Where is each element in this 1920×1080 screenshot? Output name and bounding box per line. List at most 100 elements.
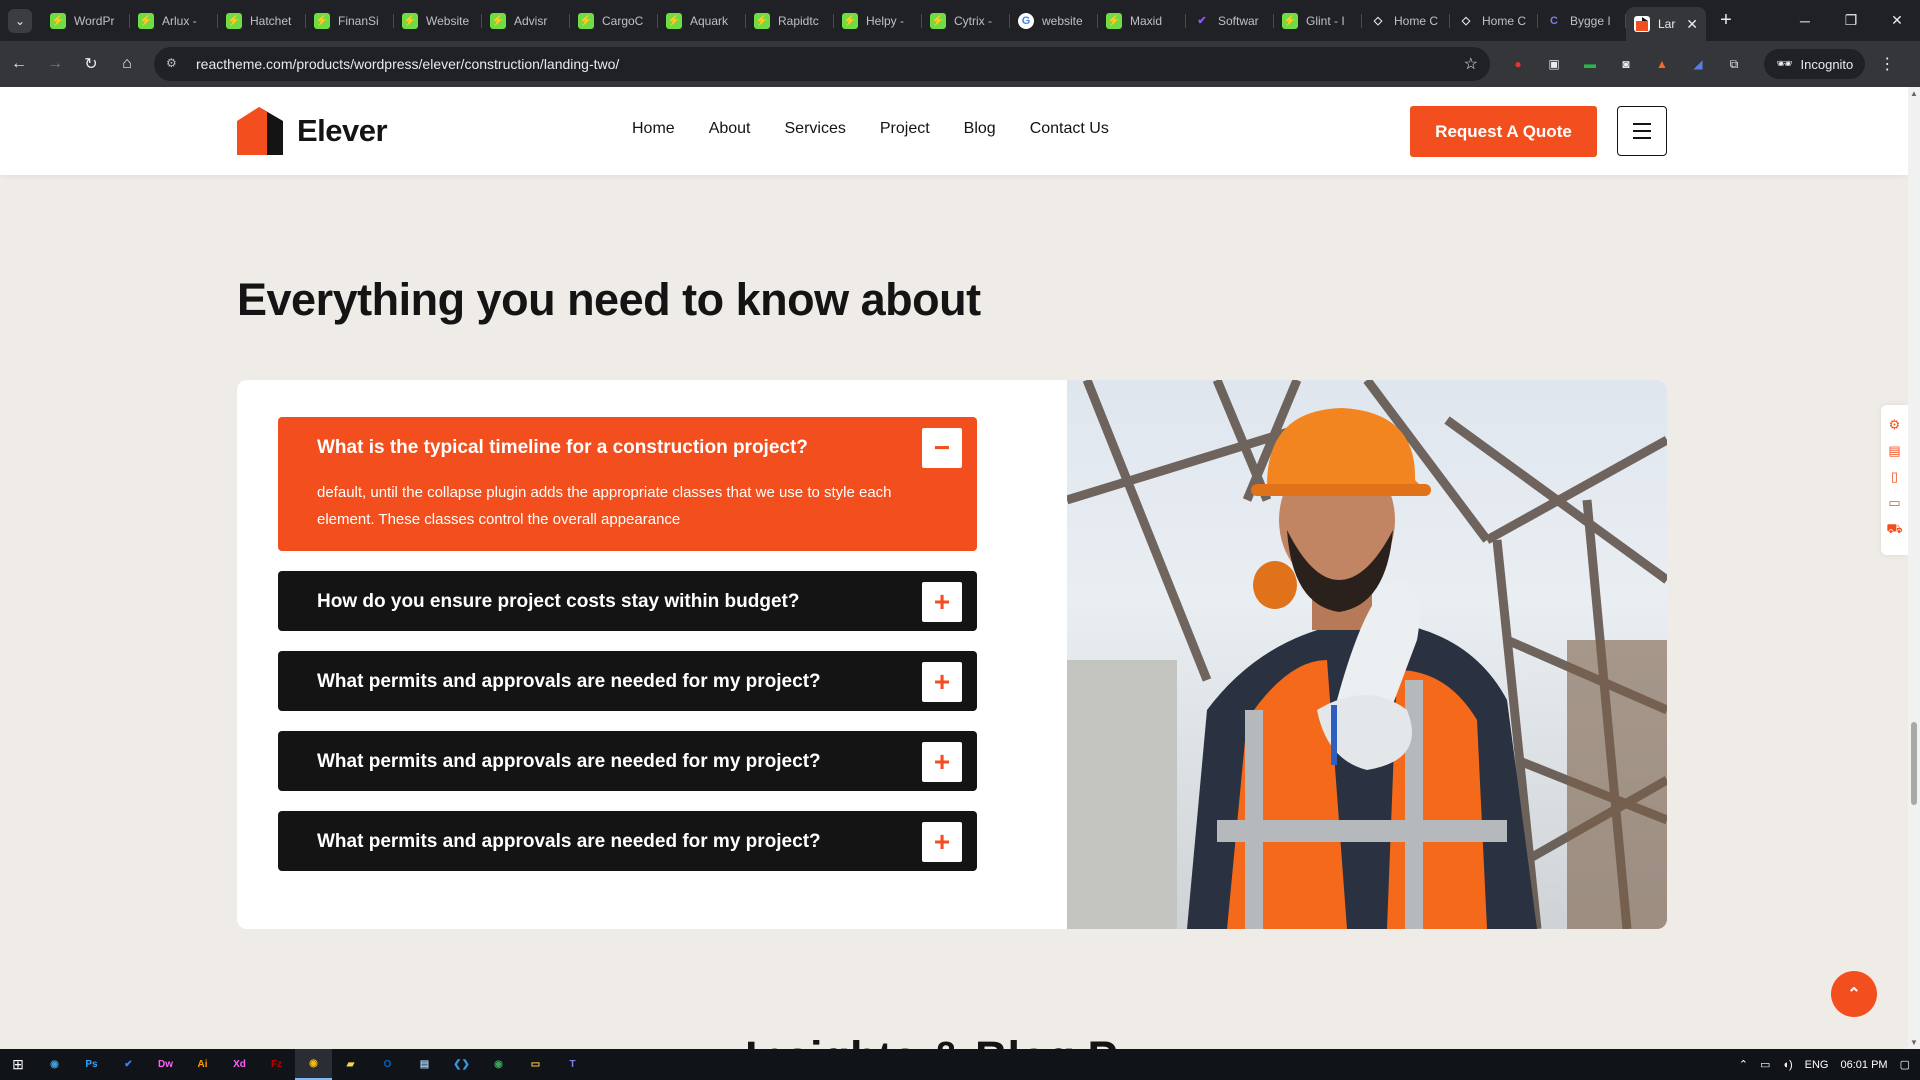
browser-tab[interactable]: ⚡ Cytrix -: [922, 6, 1010, 36]
plus-icon[interactable]: +: [922, 822, 962, 862]
scroll-up-icon[interactable]: ▲: [1910, 89, 1918, 98]
browser-tab[interactable]: ⚡ Advisr: [482, 6, 570, 36]
document-icon[interactable]: ▯: [1891, 469, 1898, 485]
browser-tab[interactable]: ⚡ Maxid: [1098, 6, 1186, 36]
tab-close-icon[interactable]: ✕: [1686, 16, 1698, 33]
tab-favicon-icon: ⚡: [1282, 12, 1298, 29]
bookmark-star-icon[interactable]: ☆: [1464, 54, 1478, 74]
faq-item[interactable]: What permits and approvals are needed fo…: [278, 811, 977, 871]
chrome-icon[interactable]: ◉: [295, 1049, 332, 1080]
new-tab-button[interactable]: +: [1712, 7, 1740, 35]
browser-tab[interactable]: ⚡ Rapidtc: [746, 6, 834, 36]
faq-question[interactable]: How do you ensure project costs stay wit…: [317, 591, 799, 613]
illustrator-icon[interactable]: Ai: [184, 1049, 221, 1080]
extension-icon[interactable]: ▬: [1574, 48, 1606, 80]
site-info-icon[interactable]: ⚙: [166, 56, 182, 72]
cart-icon[interactable]: ⛟: [1886, 521, 1902, 539]
browser-tab[interactable]: ⚡ WordPr: [42, 6, 130, 36]
reload-button[interactable]: ↻: [74, 47, 108, 81]
chrome-icon[interactable]: ◉: [480, 1049, 517, 1080]
faq-item[interactable]: How do you ensure project costs stay wit…: [278, 571, 977, 631]
minus-icon[interactable]: −: [922, 428, 962, 468]
tab-search-icon[interactable]: ⌄: [8, 8, 32, 33]
browser-tab[interactable]: ⚡ Helpy -: [834, 6, 922, 36]
browser-tab[interactable]: ⚡ Hatchet: [218, 6, 306, 36]
plus-icon[interactable]: +: [922, 582, 962, 622]
faq-question[interactable]: What is the typical timeline for a const…: [317, 437, 808, 459]
forward-button[interactable]: →: [38, 47, 72, 81]
faq-item[interactable]: What is the typical timeline for a const…: [278, 417, 977, 551]
extension-icon[interactable]: ◢: [1682, 48, 1714, 80]
nav-project[interactable]: Project: [880, 120, 930, 138]
faq-item[interactable]: What permits and approvals are needed fo…: [278, 651, 977, 711]
extension-icon[interactable]: ▲: [1646, 48, 1678, 80]
photoshop-icon[interactable]: Ps: [73, 1049, 110, 1080]
browser-menu-icon[interactable]: ⋮: [1875, 54, 1899, 74]
browser-tab[interactable]: C Bygge I: [1538, 6, 1626, 36]
tab-title: Hatchet: [250, 13, 292, 28]
browser-tab[interactable]: Gwebsite: [1010, 6, 1098, 36]
browser-tab[interactable]: ✔ Softwar: [1186, 6, 1274, 36]
xd-icon[interactable]: Xd: [221, 1049, 258, 1080]
browser-tab[interactable]: ◇ Home C: [1362, 6, 1450, 36]
url-text[interactable]: reactheme.com/products/wordpress/elever/…: [196, 56, 1464, 72]
clock[interactable]: 06:01 PM: [1841, 1059, 1888, 1071]
request-quote-button[interactable]: Request A Quote: [1410, 106, 1597, 157]
plus-icon[interactable]: +: [922, 742, 962, 782]
volume-icon[interactable]: ◖): [1782, 1059, 1792, 1071]
close-window-button[interactable]: ✕: [1874, 0, 1920, 41]
faq-question[interactable]: What permits and approvals are needed fo…: [317, 671, 821, 693]
teams-icon[interactable]: T: [554, 1049, 591, 1080]
home-button[interactable]: ⌂: [110, 47, 144, 81]
extension-icon[interactable]: ●: [1502, 48, 1534, 80]
plus-icon[interactable]: +: [922, 662, 962, 702]
browser-tab[interactable]: ⚡ Arlux -: [130, 6, 218, 36]
hamburger-menu-icon[interactable]: [1617, 106, 1667, 156]
browser-tab-active[interactable]: Lar ✕: [1626, 7, 1706, 41]
extension-icon[interactable]: ▣: [1538, 48, 1570, 80]
language-indicator[interactable]: ENG: [1805, 1059, 1829, 1071]
nav-blog[interactable]: Blog: [964, 120, 996, 138]
dreamweaver-icon[interactable]: Dw: [147, 1049, 184, 1080]
browser-tab[interactable]: ⚡ Website: [394, 6, 482, 36]
outlook-icon[interactable]: O: [369, 1049, 406, 1080]
tray-chevron-icon[interactable]: ⌃: [1739, 1058, 1748, 1071]
windows-start-icon[interactable]: ⊞: [0, 1049, 36, 1080]
chat-icon[interactable]: ▭: [1888, 495, 1900, 511]
nav-home[interactable]: Home: [632, 120, 675, 138]
minimize-button[interactable]: ─: [1782, 0, 1828, 41]
filezilla-icon[interactable]: Fz: [258, 1049, 295, 1080]
faq-item[interactable]: What permits and approvals are needed fo…: [278, 731, 977, 791]
browser-tab[interactable]: ⚡ Aquark: [658, 6, 746, 36]
nav-contact-us[interactable]: Contact Us: [1030, 120, 1109, 138]
back-button[interactable]: ←: [2, 47, 36, 81]
puzzle-icon[interactable]: ⧉: [1718, 48, 1750, 80]
incognito-indicator[interactable]: 🕶 Incognito: [1764, 49, 1866, 79]
scroll-down-icon[interactable]: ▼: [1910, 1038, 1918, 1047]
page-scrollbar[interactable]: ▲ ▼: [1908, 87, 1920, 1049]
restore-button[interactable]: ❐: [1828, 0, 1874, 41]
todo-icon[interactable]: ✔: [110, 1049, 147, 1080]
network-icon[interactable]: ▭: [1760, 1058, 1770, 1071]
address-bar[interactable]: ⚙ reactheme.com/products/wordpress/eleve…: [154, 47, 1490, 81]
vscode-icon[interactable]: ❮❯: [443, 1049, 480, 1080]
back-to-top-button[interactable]: ⌃: [1831, 971, 1877, 1017]
browser-tab[interactable]: ◇ Home C: [1450, 6, 1538, 36]
faq-question[interactable]: What permits and approvals are needed fo…: [317, 751, 821, 773]
browser-tab[interactable]: ⚡ FinanSi: [306, 6, 394, 36]
nav-services[interactable]: Services: [785, 120, 846, 138]
sticky-notes-icon[interactable]: ▰: [332, 1049, 369, 1080]
layout-icon[interactable]: ▤: [1888, 443, 1900, 459]
faq-question[interactable]: What permits and approvals are needed fo…: [317, 831, 821, 853]
notifications-icon[interactable]: ▢: [1900, 1058, 1910, 1071]
browser-tab[interactable]: ⚡ Glint - I: [1274, 6, 1362, 36]
nav-about[interactable]: About: [709, 120, 751, 138]
browser-tab[interactable]: ⚡ CargoC: [570, 6, 658, 36]
site-logo[interactable]: Elever: [237, 107, 388, 155]
camera-icon[interactable]: ◙: [1610, 48, 1642, 80]
settings-icon[interactable]: ⚙: [1889, 417, 1901, 433]
file-explorer-icon[interactable]: ▭: [517, 1049, 554, 1080]
notepad-icon[interactable]: ▤: [406, 1049, 443, 1080]
scrollbar-thumb[interactable]: [1911, 722, 1917, 805]
edge-icon[interactable]: ◉: [36, 1049, 73, 1080]
